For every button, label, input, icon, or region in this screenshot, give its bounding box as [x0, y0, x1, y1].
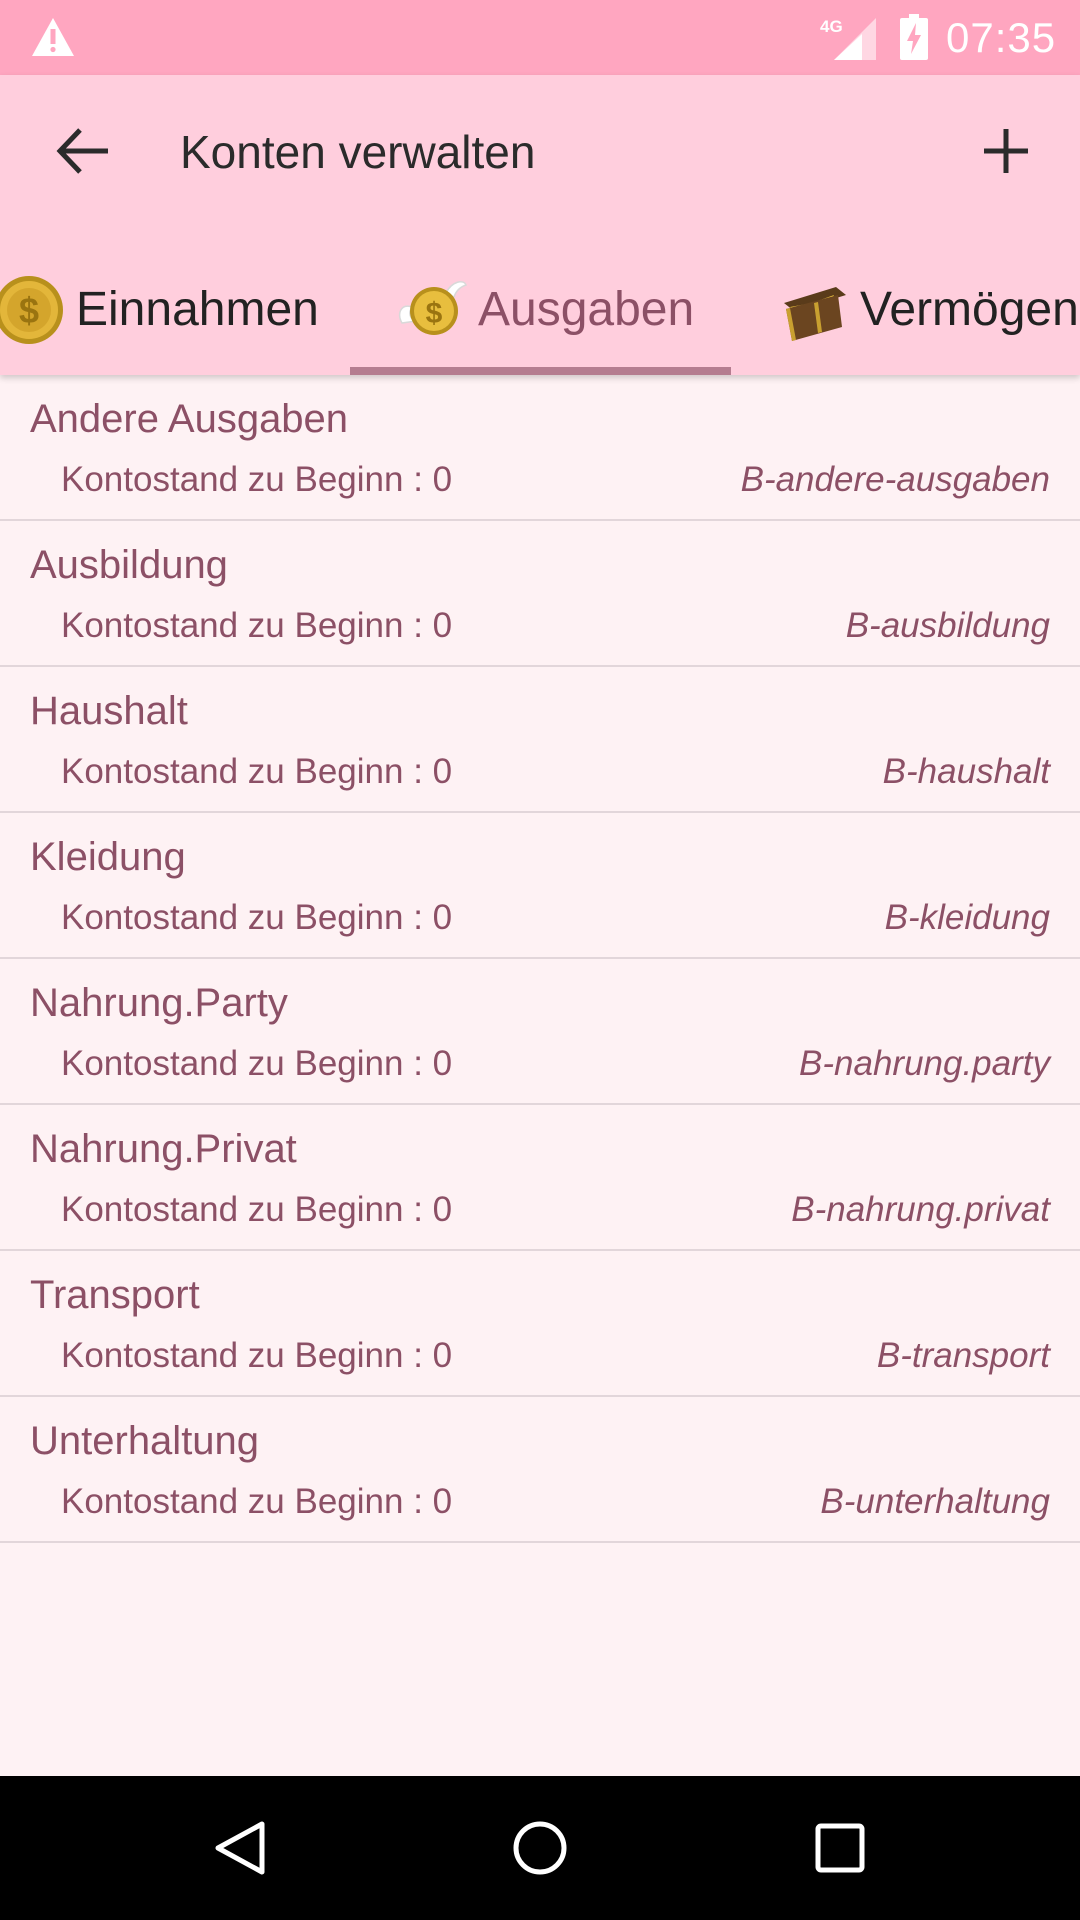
account-balance: Kontostand zu Beginn : 0: [61, 1482, 453, 1521]
tab-ausgaben[interactable]: $ Ausgaben: [394, 245, 694, 375]
account-list: Andere Ausgaben Kontostand zu Beginn : 0…: [0, 375, 1080, 1543]
tab-ausgaben-label: Ausgaben: [478, 283, 695, 336]
account-code: B-transport: [876, 1336, 1050, 1375]
signal-4g-icon: 4G: [820, 17, 876, 60]
account-balance: Kontostand zu Beginn : 0: [61, 1044, 453, 1083]
list-item[interactable]: Haushalt Kontostand zu Beginn : 0 B-haus…: [0, 667, 1080, 813]
account-balance: Kontostand zu Beginn : 0: [61, 460, 453, 499]
account-name: Ausbildung: [30, 543, 228, 587]
list-item[interactable]: Andere Ausgaben Kontostand zu Beginn : 0…: [0, 375, 1080, 521]
list-item[interactable]: Ausbildung Kontostand zu Beginn : 0 B-au…: [0, 521, 1080, 667]
status-bar: 4G 07:35: [0, 0, 1080, 75]
account-name: Andere Ausgaben: [30, 397, 349, 441]
tab-einnahmen-label: Einnahmen: [76, 283, 319, 336]
list-item[interactable]: Kleidung Kontostand zu Beginn : 0 B-klei…: [0, 813, 1080, 959]
list-item[interactable]: Transport Kontostand zu Beginn : 0 B-tra…: [0, 1251, 1080, 1397]
account-name: Kleidung: [30, 835, 186, 879]
battery-charging-icon: [900, 14, 928, 60]
back-triangle-icon[interactable]: [208, 1816, 272, 1880]
list-item[interactable]: Nahrung.Party Kontostand zu Beginn : 0 B…: [0, 959, 1080, 1105]
account-code: B-unterhaltung: [820, 1482, 1050, 1521]
page-title: Konten verwalten: [180, 126, 536, 178]
system-navigation-bar: [0, 1776, 1080, 1920]
gold-coin-icon: $: [0, 276, 63, 344]
clock: 07:35: [946, 14, 1057, 61]
account-code: B-andere-ausgaben: [740, 460, 1050, 499]
tab-vermoegen-label: Vermögen: [860, 283, 1079, 336]
account-name: Nahrung.Party: [30, 981, 288, 1025]
winged-coin-icon: $: [398, 280, 467, 335]
list-item[interactable]: Nahrung.Privat Kontostand zu Beginn : 0 …: [0, 1105, 1080, 1251]
home-circle-icon[interactable]: [508, 1816, 572, 1880]
tab-einnahmen[interactable]: $ Einnahmen: [0, 245, 319, 375]
account-code: B-ausbildung: [845, 606, 1050, 645]
account-name: Nahrung.Privat: [30, 1127, 297, 1171]
list-item[interactable]: Unterhaltung Kontostand zu Beginn : 0 B-…: [0, 1397, 1080, 1543]
account-balance: Kontostand zu Beginn : 0: [61, 898, 453, 937]
svg-text:$: $: [426, 297, 443, 330]
account-name: Unterhaltung: [30, 1419, 260, 1463]
treasure-chest-icon: [784, 287, 846, 341]
svg-text:4G: 4G: [820, 17, 843, 36]
account-balance: Kontostand zu Beginn : 0: [61, 606, 453, 645]
warning-icon: [32, 18, 74, 56]
tab-indicator: [350, 367, 731, 375]
back-arrow-icon[interactable]: [52, 125, 120, 177]
account-balance: Kontostand zu Beginn : 0: [61, 752, 453, 791]
tab-bar: $ Einnahmen $ Ausgaben Vermögen: [0, 245, 1080, 375]
account-balance: Kontostand zu Beginn : 0: [61, 1336, 453, 1375]
svg-text:$: $: [19, 290, 39, 331]
account-code: B-nahrung.party: [799, 1044, 1050, 1083]
account-code: B-kleidung: [884, 898, 1050, 937]
account-balance: Kontostand zu Beginn : 0: [61, 1190, 453, 1229]
tab-vermoegen[interactable]: Vermögen: [776, 245, 1079, 375]
add-icon[interactable]: [980, 125, 1032, 177]
app-bar: Konten verwalten $ Einnahmen $ Ausgaben …: [0, 75, 1080, 375]
account-code: B-haushalt: [882, 752, 1050, 791]
account-name: Haushalt: [30, 689, 188, 733]
recents-square-icon[interactable]: [808, 1816, 872, 1880]
account-name: Transport: [30, 1273, 200, 1317]
account-code: B-nahrung.privat: [791, 1190, 1050, 1229]
